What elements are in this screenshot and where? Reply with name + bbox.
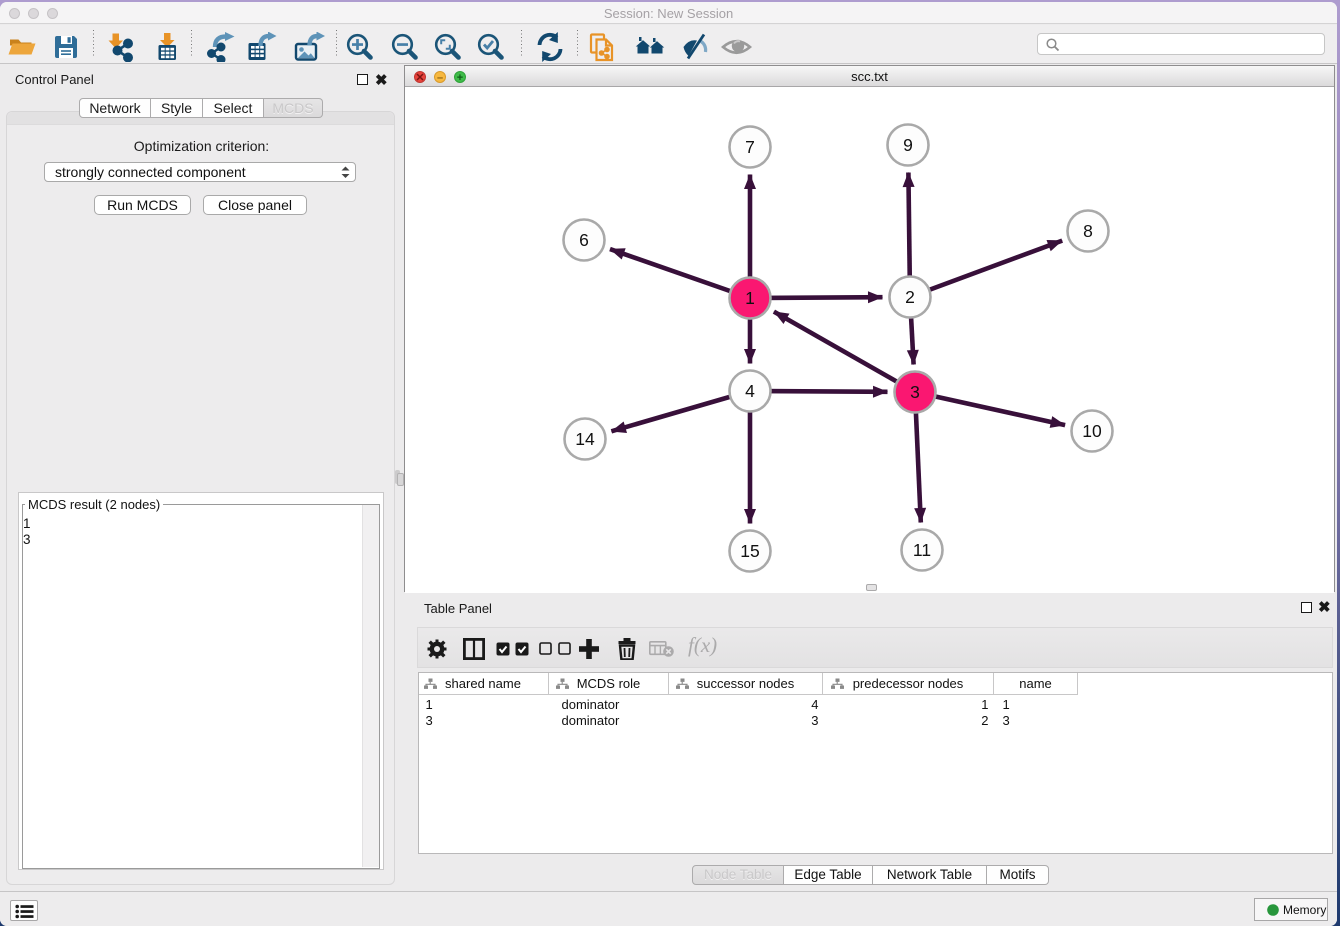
svg-text:7: 7 bbox=[745, 137, 755, 157]
svg-text:11: 11 bbox=[913, 540, 931, 560]
svg-text:4: 4 bbox=[745, 381, 755, 401]
svg-text:6: 6 bbox=[579, 230, 589, 250]
svg-text:1: 1 bbox=[745, 288, 755, 308]
svg-text:10: 10 bbox=[1082, 421, 1102, 441]
svg-text:3: 3 bbox=[910, 382, 920, 402]
svg-text:8: 8 bbox=[1083, 221, 1093, 241]
svg-text:15: 15 bbox=[740, 541, 759, 561]
svg-text:14: 14 bbox=[575, 429, 595, 449]
svg-text:2: 2 bbox=[905, 287, 915, 307]
svg-text:9: 9 bbox=[903, 135, 913, 155]
